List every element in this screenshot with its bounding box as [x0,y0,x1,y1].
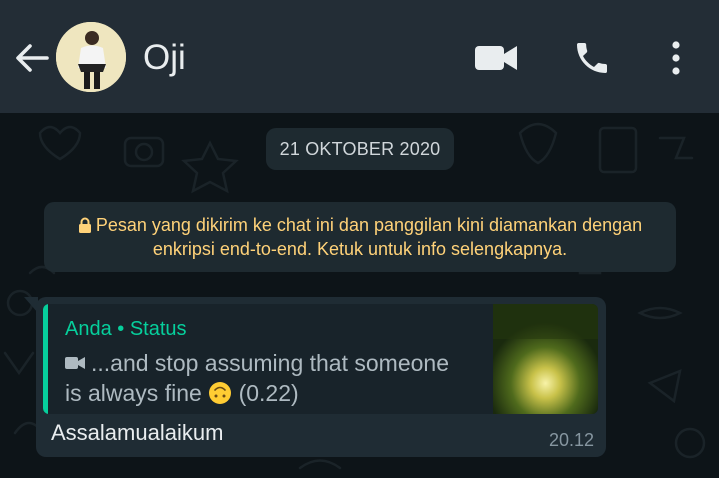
contact-name[interactable]: Oji [143,38,186,78]
date-divider: 21 OKTOBER 2020 [266,128,454,170]
lock-icon [78,217,91,233]
upside-down-face-emoji-icon [209,382,232,404]
arrow-left-icon [16,44,49,72]
chat-header: Oji [0,0,719,113]
quote-author: Anda • Status [65,318,187,340]
encryption-notice[interactable]: Pesan yang dikirim ke chat ini dan pangg… [44,202,676,272]
quote-duration: (0.22) [238,380,299,406]
status-thumbnail[interactable] [493,304,598,414]
video-camera-icon [475,46,517,70]
more-vertical-icon [672,41,680,75]
quote-text: ...and stop assuming that someone is alw… [65,348,465,408]
voice-call-button[interactable] [566,36,618,80]
quoted-status-reply[interactable]: Anda • Status ...and stop assuming that … [43,304,598,414]
quote-accent-bar [43,304,48,414]
chat-area[interactable]: 21 OKTOBER 2020 Pesan yang dikirim ke ch… [0,113,719,478]
encryption-notice-text: Pesan yang dikirim ke chat ini dan pangg… [95,215,643,259]
back-button[interactable] [12,38,52,78]
video-icon [65,357,85,369]
incoming-message-bubble[interactable]: Anda • Status ...and stop assuming that … [36,297,606,457]
more-options-button[interactable] [656,36,696,80]
message-time: 20.12 [548,430,594,450]
message-text: Assalamualaikum [51,420,224,445]
phone-icon [577,43,607,73]
avatar[interactable] [56,22,126,92]
video-call-button[interactable] [470,38,522,78]
